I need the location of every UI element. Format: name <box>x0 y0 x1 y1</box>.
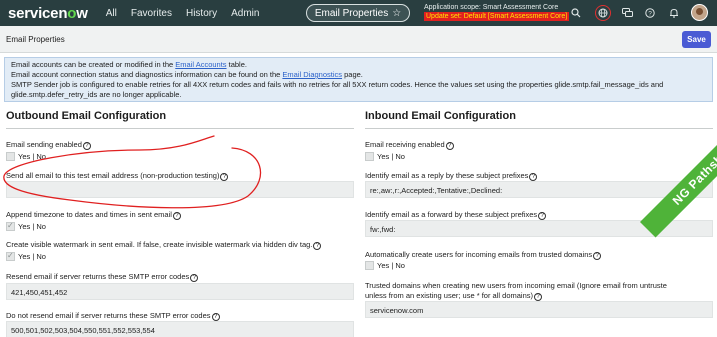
forward-prefixes-label: Identify email as a forward by these sub… <box>365 210 547 220</box>
help-icon[interactable]: ? <box>593 252 602 260</box>
resend-codes-label: Resend email if server returns these SMT… <box>6 272 199 282</box>
help-icon[interactable]: ? <box>313 242 322 250</box>
email-sending-value: Yes | No <box>18 152 46 161</box>
auto-create-users-value: Yes | No <box>377 261 405 270</box>
search-icon[interactable] <box>568 5 584 21</box>
page-title: Email Properties <box>6 35 65 44</box>
chat-icon[interactable] <box>619 5 635 21</box>
save-button[interactable]: Save <box>682 31 711 48</box>
help-icon[interactable]: ? <box>211 313 220 321</box>
help-icon[interactable]: ? <box>529 173 538 181</box>
inbound-heading: Inbound Email Configuration <box>365 110 516 122</box>
scope-info[interactable]: Application scope: Smart Assessment Core… <box>424 3 570 21</box>
append-timezone-label: Append timezone to dates and times in se… <box>6 210 181 220</box>
logo-text-end: w <box>76 4 88 22</box>
logo-power-dot: o <box>67 4 77 22</box>
context-pill[interactable]: Email Properties ☆ <box>306 4 410 22</box>
help-icon[interactable]: ? <box>445 142 454 150</box>
application-scope: Application scope: Smart Assessment Core <box>424 4 559 11</box>
auto-create-users-label: Automatically create users for incoming … <box>365 250 602 260</box>
help-icon[interactable]: ? <box>172 212 181 220</box>
email-sending-label: Email sending enabled? <box>6 140 91 150</box>
info-line-smtp-cont: glide.smtp.defer_retry_ids are no longer… <box>11 90 182 99</box>
context-pill-label: Email Properties <box>314 7 389 19</box>
watermark-checkbox[interactable] <box>6 251 15 261</box>
auto-create-users-checkbox[interactable] <box>365 261 374 270</box>
help-icon[interactable]: ? <box>538 212 547 220</box>
nav-history[interactable]: History <box>186 8 217 19</box>
append-timezone-value: Yes | No <box>18 222 46 231</box>
reply-prefixes-input[interactable]: re:,aw:,r:,Accepted:,Tentative:,Declined… <box>365 181 713 198</box>
nav-favorites[interactable]: Favorites <box>131 8 172 19</box>
outbound-heading: Outbound Email Configuration <box>6 110 167 122</box>
resend-codes-input[interactable]: 421,450,451,452 <box>6 283 354 300</box>
test-address-input[interactable] <box>6 181 354 198</box>
email-diagnostics-link[interactable]: Email Diagnostics <box>282 70 342 79</box>
trusted-domains-input[interactable]: servicenow.com <box>365 301 713 318</box>
form-header: Email Properties Save <box>0 26 717 53</box>
nav-admin[interactable]: Admin <box>231 8 259 19</box>
logo-text-start: servicen <box>8 4 68 22</box>
reply-prefixes-label: Identify email as a reply by these subje… <box>365 171 538 181</box>
no-resend-codes-label: Do not resend email if server returns th… <box>6 311 220 321</box>
svg-text:?: ? <box>648 10 652 17</box>
test-address-label: Send all email to this test email addres… <box>6 171 229 181</box>
globe-icon[interactable] <box>595 5 611 21</box>
help-icon[interactable]: ? <box>220 173 229 181</box>
no-resend-codes-input[interactable]: 500,501,502,503,504,550,551,552,553,554 <box>6 321 354 337</box>
watermark-value: Yes | No <box>18 252 46 261</box>
help-icon[interactable]: ? <box>190 274 199 282</box>
info-line-diagnostics: Email account connection status and diag… <box>11 70 363 79</box>
inbound-divider <box>365 128 713 129</box>
trusted-domains-label-line1: Trusted domains when creating new users … <box>365 281 667 290</box>
help-icon[interactable]: ? <box>642 5 658 21</box>
email-accounts-link[interactable]: Email Accounts <box>175 60 226 69</box>
watermark-label: Create visible watermark in sent email. … <box>6 240 322 250</box>
update-set: Update set: Default [Smart Assessment Co… <box>424 12 570 21</box>
info-line-accounts: Email accounts can be created or modifie… <box>11 60 247 69</box>
email-receiving-checkbox[interactable] <box>365 152 374 161</box>
email-receiving-label: Email receiving enabled? <box>365 140 454 150</box>
append-timezone-checkbox[interactable] <box>6 221 15 231</box>
avatar[interactable] <box>691 4 708 21</box>
outbound-divider <box>6 128 354 129</box>
email-receiving-value: Yes | No <box>377 152 405 161</box>
nav-all[interactable]: All <box>106 8 117 19</box>
help-icon[interactable]: ? <box>534 293 542 301</box>
servicenow-logo[interactable]: servicen o w <box>8 5 88 22</box>
info-message: Email accounts can be created or modifie… <box>4 57 713 102</box>
help-icon[interactable]: ? <box>82 142 91 150</box>
info-line-smtp: SMTP Sender job is configured to enable … <box>11 80 664 89</box>
bell-icon[interactable] <box>666 5 682 21</box>
favorite-star-icon[interactable]: ☆ <box>392 8 401 19</box>
trusted-domains-label-line2: unless from an existing user; use * for … <box>365 291 542 301</box>
email-sending-checkbox[interactable] <box>6 152 15 161</box>
